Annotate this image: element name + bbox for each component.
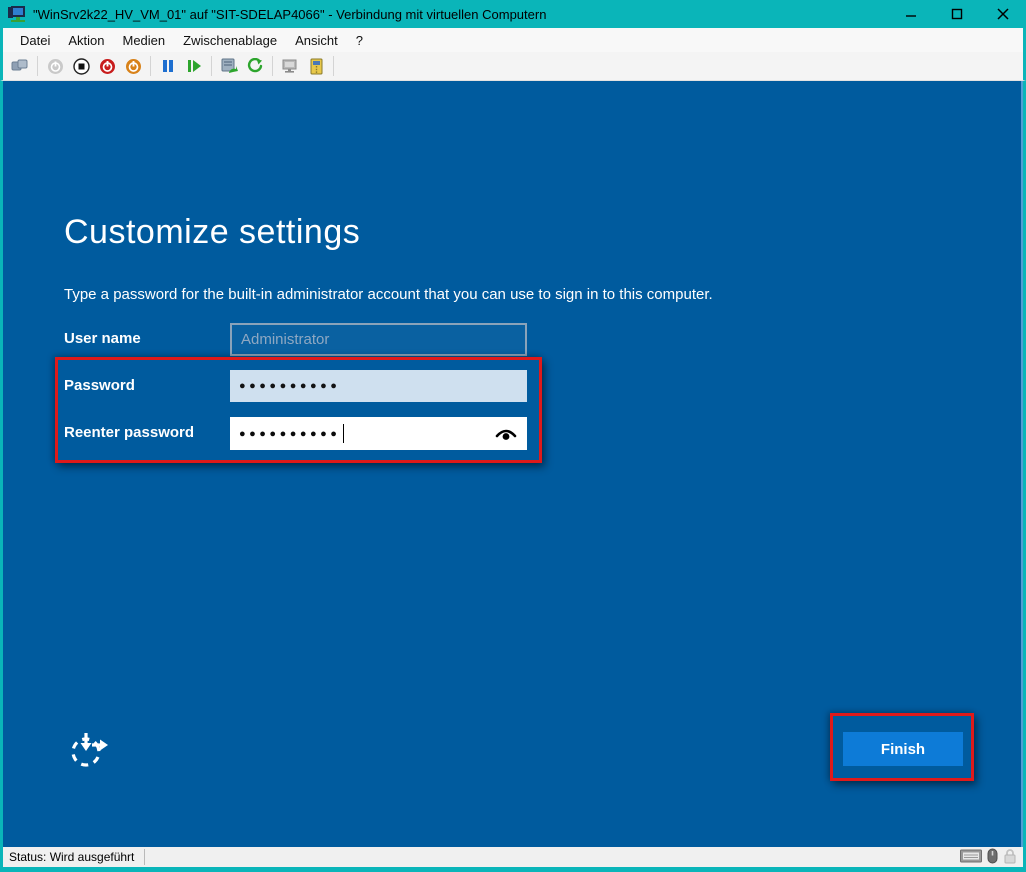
maximize-button[interactable] (934, 0, 980, 28)
checkpoint-button[interactable] (217, 54, 241, 78)
revert-button[interactable] (243, 54, 267, 78)
username-label: User name (64, 330, 141, 347)
window-body: Customize settings Type a password for t… (0, 81, 1026, 872)
page-subtitle: Type a password for the built-in adminis… (64, 286, 713, 303)
close-button[interactable] (980, 0, 1026, 28)
ctrl-alt-del-button[interactable] (8, 54, 32, 78)
checkpoint-icon (220, 58, 238, 75)
resume-icon (187, 59, 202, 73)
mouse-icon (987, 848, 998, 867)
annotation-rectangle-finish (830, 713, 974, 781)
menu-hilfe[interactable]: ? (347, 30, 372, 51)
start-button (43, 54, 67, 78)
settings-button[interactable] (304, 54, 328, 78)
ease-of-access-icon[interactable] (65, 725, 113, 773)
status-bar: Status: Wird ausgeführt (3, 847, 1023, 867)
save-state-button[interactable] (121, 54, 145, 78)
menu-zwischenablage[interactable]: Zwischenablage (174, 30, 286, 51)
keyboard-icon (960, 849, 982, 866)
menu-medien[interactable]: Medien (114, 30, 175, 51)
menu-aktion[interactable]: Aktion (59, 30, 113, 51)
pause-icon (161, 59, 175, 73)
lock-icon (1003, 848, 1017, 867)
start-power-icon (47, 58, 64, 75)
turn-off-icon (73, 58, 90, 75)
save-state-icon (125, 58, 142, 75)
revert-icon (247, 58, 263, 74)
settings-icon (309, 58, 324, 75)
toolbar (0, 52, 1026, 81)
window-title: "WinSrv2k22_HV_VM_01" auf "SIT-SDELAP406… (33, 7, 546, 22)
vmconnect-window: "WinSrv2k22_HV_VM_01" auf "SIT-SDELAP406… (0, 0, 1026, 872)
ctrl-alt-del-icon (11, 58, 29, 74)
minimize-button[interactable] (888, 0, 934, 28)
annotation-rectangle-passwords (55, 357, 542, 463)
pause-button[interactable] (156, 54, 180, 78)
shut-down-button[interactable] (95, 54, 119, 78)
enhanced-session-icon (281, 58, 299, 74)
menu-datei[interactable]: Datei (11, 30, 59, 51)
title-bar: "WinSrv2k22_HV_VM_01" auf "SIT-SDELAP406… (0, 0, 1026, 28)
turn-off-button[interactable] (69, 54, 93, 78)
menu-ansicht[interactable]: Ansicht (286, 30, 347, 51)
app-icon[interactable] (7, 5, 27, 23)
vm-edge-line (1021, 81, 1023, 847)
enhanced-session-button (278, 54, 302, 78)
vm-display: Customize settings Type a password for t… (3, 81, 1023, 847)
shut-down-icon (99, 58, 116, 75)
username-field-box (230, 323, 527, 356)
page-title: Customize settings (64, 213, 360, 252)
username-input[interactable] (230, 323, 527, 356)
resume-button[interactable] (182, 54, 206, 78)
menu-bar: Datei Aktion Medien Zwischenablage Ansic… (0, 28, 1026, 52)
status-text: Status: Wird ausgeführt (9, 849, 145, 865)
